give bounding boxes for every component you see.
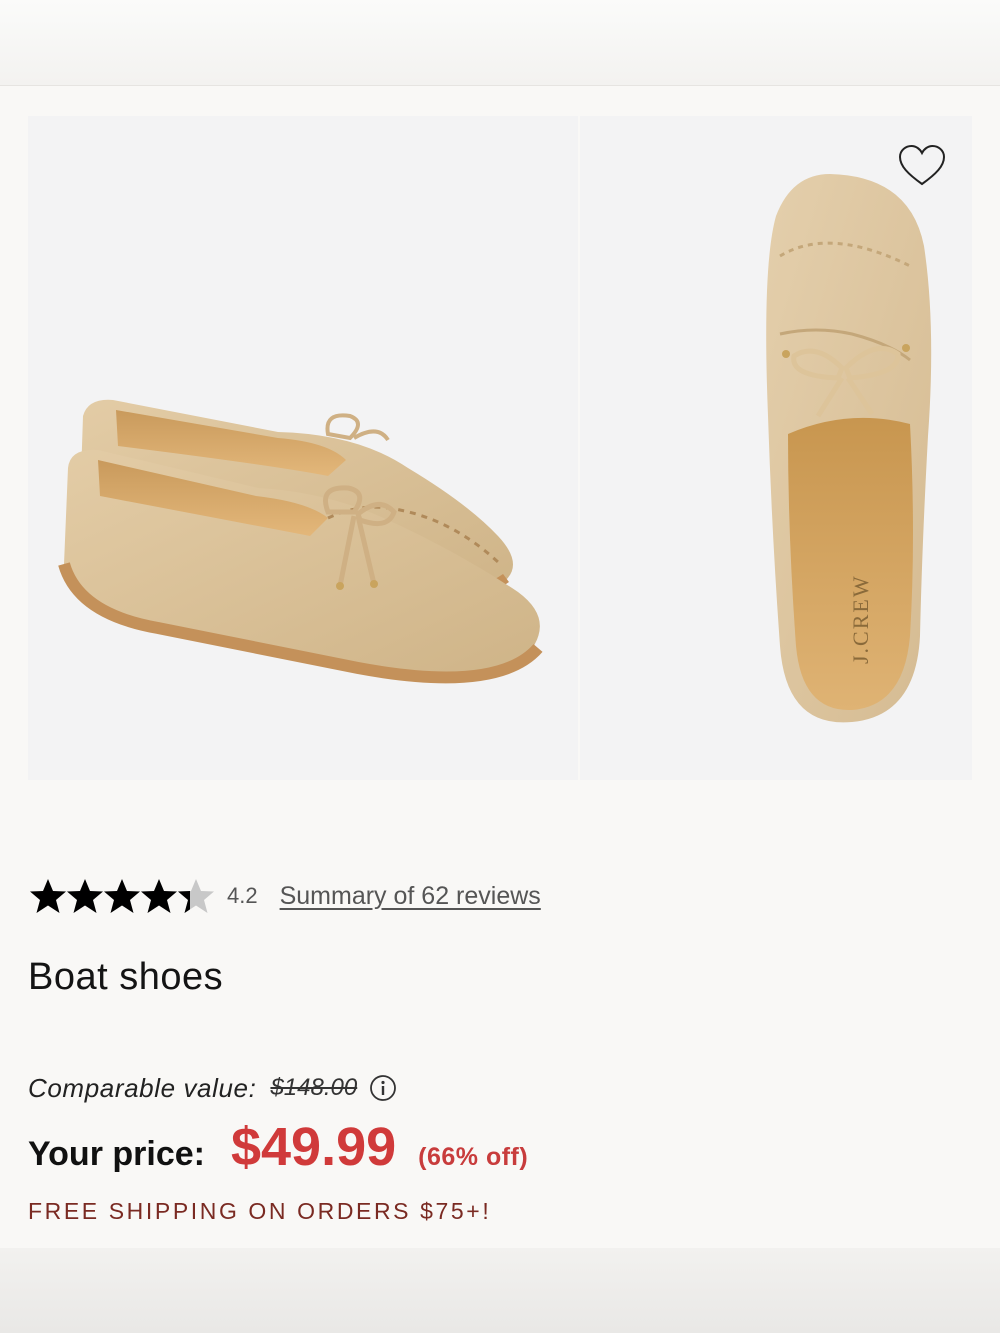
- sale-price: $49.99: [230, 1117, 397, 1177]
- top-bar: [0, 0, 1000, 86]
- star-icon-partial: [178, 879, 214, 913]
- comparable-label: Comparable value:: [28, 1072, 257, 1103]
- price-row: Your price: $49.99 (66% off): [28, 1116, 528, 1186]
- rating-row: 4.2 Summary of 62 reviews: [28, 874, 541, 918]
- shoe-pair-illustration: [58, 399, 543, 684]
- product-image-pair[interactable]: [28, 116, 578, 780]
- price-label: Your price:: [28, 1135, 205, 1173]
- star-icon: [104, 879, 140, 913]
- rating-value: 4.2: [227, 883, 258, 908]
- product-title: Boat shoes: [28, 956, 224, 998]
- shoe-top-view-illustration: J.CREW: [766, 174, 932, 723]
- discount-badge: (66% off): [418, 1143, 529, 1171]
- reviews-summary-link[interactable]: Summary of 62 reviews: [280, 882, 541, 911]
- star-icon: [67, 879, 103, 913]
- heart-outline-icon[interactable]: [898, 144, 946, 188]
- bottom-bar: [0, 1248, 1000, 1333]
- star-icon: [30, 879, 66, 913]
- brand-mark: J.CREW: [848, 574, 873, 664]
- comparable-price: $148.00: [270, 1074, 358, 1101]
- info-circle-icon[interactable]: [369, 1074, 397, 1102]
- star-icon: [141, 879, 177, 913]
- star-rating: [28, 876, 214, 916]
- comparable-value-row: Comparable value: $148.00: [28, 1070, 397, 1106]
- shipping-note: FREE SHIPPING ON ORDERS $75+!: [28, 1198, 492, 1224]
- product-image-top-view[interactable]: J.CREW: [580, 116, 972, 780]
- product-gallery[interactable]: J.CREW: [0, 116, 1000, 780]
